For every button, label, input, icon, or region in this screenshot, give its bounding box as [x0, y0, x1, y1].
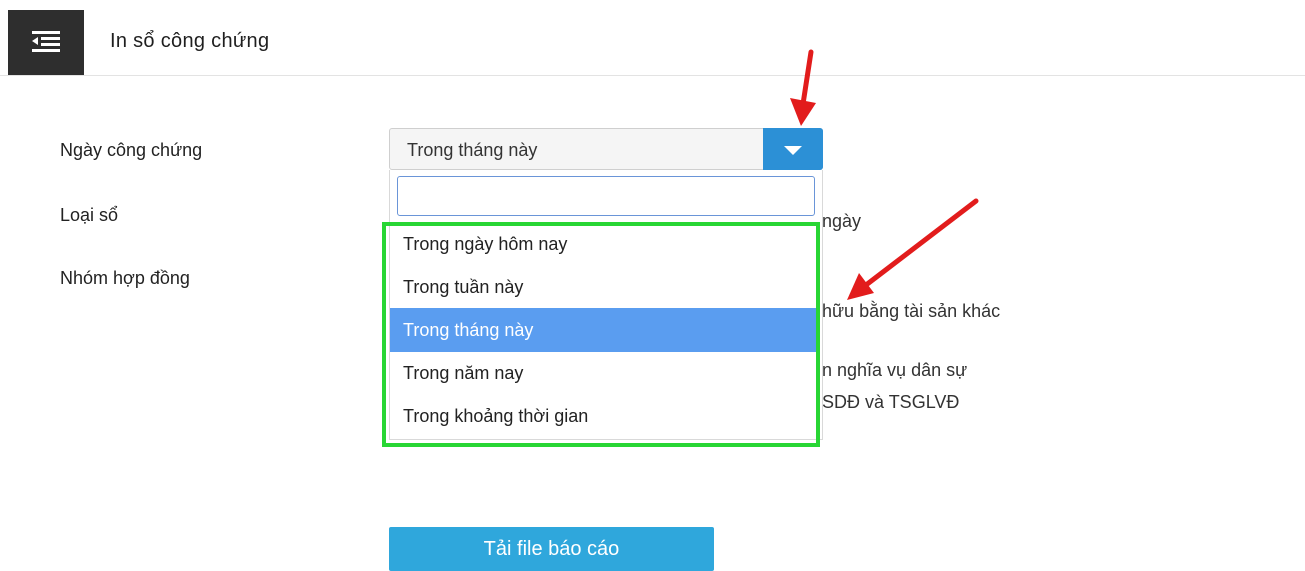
dropdown-search-input[interactable]	[397, 176, 815, 216]
download-report-button[interactable]: Tải file báo cáo	[389, 527, 714, 571]
book-type-label: Loại sổ	[60, 205, 119, 225]
dropdown-option-this-month[interactable]: Trong tháng này	[390, 308, 820, 352]
dropdown-option-this-year[interactable]: Trong năm nay	[390, 351, 820, 395]
date-select[interactable]: Trong tháng này	[389, 128, 823, 170]
menu-collapse-icon	[32, 31, 60, 52]
contract-group-option-fragment: hữu bằng tài sản khác	[822, 301, 1001, 321]
chevron-down-icon	[784, 146, 802, 155]
menu-toggle-button[interactable]	[8, 10, 84, 75]
dropdown-option-today[interactable]: Trong ngày hôm nay	[390, 222, 820, 266]
contract-group-label: Nhóm hợp đồng	[60, 268, 190, 288]
page-title: In sổ công chứng	[110, 30, 270, 52]
arrow-diagonal-annotation	[847, 198, 979, 300]
contract-group-option-fragment: n nghĩa vụ dân sự	[822, 360, 968, 380]
date-select-toggle[interactable]	[763, 128, 823, 170]
date-select-value: Trong tháng này	[407, 140, 538, 160]
dropdown-option-custom-range[interactable]: Trong khoảng thời gian	[390, 394, 820, 438]
contract-group-option-fragment: SDĐ và TSGLVĐ	[822, 392, 960, 412]
date-label: Ngày công chứng	[60, 140, 203, 160]
book-type-option-fragment: ngày	[822, 211, 862, 231]
page-header: In sổ công chứng	[0, 0, 1305, 76]
dropdown-option-this-week[interactable]: Trong tuần này	[390, 265, 820, 309]
